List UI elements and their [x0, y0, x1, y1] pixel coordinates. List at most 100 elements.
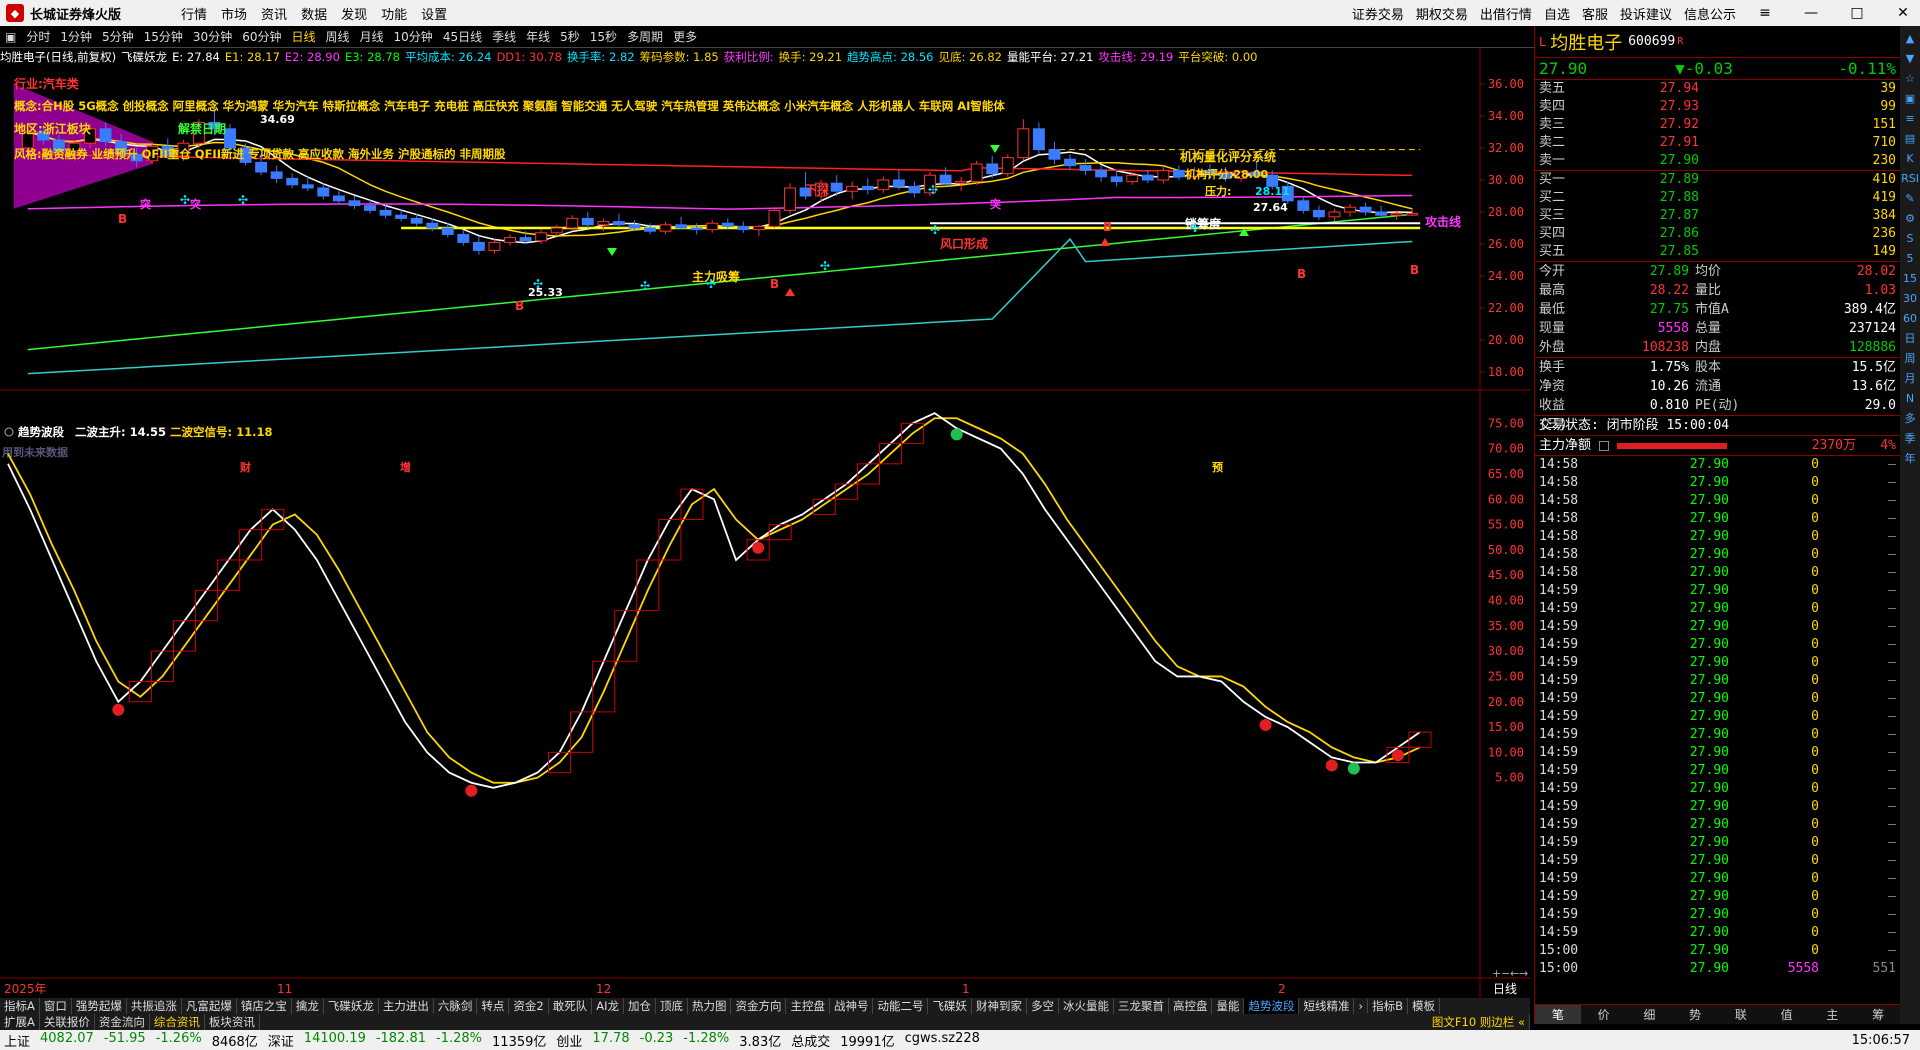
indicator-tab-15[interactable]: 顶底: [656, 998, 688, 1014]
bid-row-1[interactable]: 买二 27.88 419: [1535, 189, 1900, 207]
indicator-tab-7[interactable]: 飞碟妖龙: [324, 998, 379, 1014]
menu-0[interactable]: 行情: [181, 8, 207, 23]
top-link-4[interactable]: 客服: [1582, 4, 1608, 23]
bid-row-0[interactable]: 买一 27.89 410: [1535, 171, 1900, 189]
side-tool-0[interactable]: ▲: [1906, 32, 1914, 46]
menu-1[interactable]: 市场: [221, 8, 247, 23]
indicator-tab-19[interactable]: 战神号: [830, 998, 874, 1014]
indicator-tab-9[interactable]: 六脉剑: [434, 998, 478, 1014]
side-tool-6[interactable]: K: [1906, 152, 1913, 166]
indicator-tab-2[interactable]: 强势起爆: [72, 998, 127, 1014]
top-link-2[interactable]: 出借行情: [1480, 4, 1532, 23]
ask-row-1[interactable]: 卖四 27.93 99: [1535, 98, 1900, 116]
indicator-tab-29[interactable]: 短线精准: [1299, 998, 1355, 1014]
info-tab-2[interactable]: 资金流向: [95, 1014, 150, 1030]
side-tool-17[interactable]: 月: [1905, 372, 1916, 386]
period-tab-7[interactable]: 周线: [321, 28, 355, 45]
period-tab-16[interactable]: 更多: [668, 28, 702, 45]
top-link-0[interactable]: 证券交易: [1352, 4, 1404, 23]
period-tab-13[interactable]: 5秒: [555, 28, 585, 45]
bid-row-3[interactable]: 买四 27.86 236: [1535, 225, 1900, 243]
period-tab-11[interactable]: 季线: [487, 28, 521, 45]
indicator-tab-10[interactable]: 转点: [477, 998, 510, 1014]
indicator-tab-21[interactable]: 飞碟妖: [928, 998, 972, 1014]
period-tab-4[interactable]: 30分钟: [188, 28, 237, 45]
indicator-tab-25[interactable]: 三龙聚首: [1114, 998, 1169, 1014]
side-tool-4[interactable]: ≡: [1905, 112, 1914, 126]
zoom-right-icon[interactable]: →: [1519, 967, 1528, 980]
quote-tab-0[interactable]: 笔: [1535, 1005, 1581, 1024]
zoom-left-icon[interactable]: ←: [1510, 967, 1519, 980]
kline-chart-pane[interactable]: 36.00 34.00 32.00 30.00 28.00 26.00 24.00 22.00…: [0, 48, 1530, 998]
zoom-minus-icon[interactable]: −: [1501, 967, 1510, 980]
quote-tab-4[interactable]: 联: [1718, 1005, 1764, 1024]
period-tab-1[interactable]: 1分钟: [55, 28, 97, 45]
period-tab-5[interactable]: 60分钟: [237, 28, 286, 45]
indicator-tab-32[interactable]: 模板: [1408, 998, 1440, 1014]
indicator-tab-13[interactable]: AI龙: [592, 998, 624, 1014]
indicator-tab-8[interactable]: 主力进出: [379, 998, 434, 1014]
indicator-tab-24[interactable]: 冰火量能: [1059, 998, 1114, 1014]
side-tool-15[interactable]: 日: [1905, 332, 1916, 346]
side-tool-1[interactable]: ▼: [1906, 52, 1914, 66]
quote-tab-6[interactable]: 主: [1810, 1005, 1856, 1024]
f10-sidebar-link[interactable]: 图文F10 则边栏 «: [1428, 1014, 1530, 1030]
indicator-tab-26[interactable]: 高控盘: [1169, 998, 1213, 1014]
menu-6[interactable]: 设置: [421, 8, 447, 23]
maximize-icon[interactable]: □: [1840, 5, 1874, 21]
period-tab-12[interactable]: 年线: [521, 28, 555, 45]
indicator-tab-20[interactable]: 动能二号: [873, 998, 929, 1014]
indicator-tab-16[interactable]: 热力图: [688, 998, 732, 1014]
info-tab-0[interactable]: 扩展A: [0, 1014, 40, 1030]
indicator-tab-31[interactable]: 指标B: [1368, 998, 1408, 1014]
indicator-tab-28[interactable]: 趋势波段: [1244, 998, 1300, 1014]
ask-row-2[interactable]: 卖三 27.92 151: [1535, 116, 1900, 134]
side-tool-18[interactable]: N: [1906, 392, 1914, 406]
top-link-6[interactable]: 信息公示: [1684, 4, 1736, 23]
quote-tab-1[interactable]: 价: [1581, 1005, 1627, 1024]
menu-3[interactable]: 数据: [301, 8, 327, 23]
tick-list[interactable]: 14:58 27.90 0—14:58 27.90 0—14:58 27.90 0—14:5…: [1535, 456, 1900, 978]
indicator-tab-11[interactable]: 资金2: [509, 998, 549, 1014]
info-tab-3[interactable]: 综合资讯: [150, 1014, 205, 1030]
top-link-5[interactable]: 投诉建议: [1620, 4, 1672, 23]
zoom-plus-icon[interactable]: +: [1492, 967, 1501, 980]
main-net-toggle-icon[interactable]: [1599, 440, 1609, 451]
stock-name[interactable]: 均胜电子: [1550, 29, 1622, 55]
side-tool-2[interactable]: ☆: [1905, 72, 1915, 86]
indicator-tab-1[interactable]: 窗口: [40, 998, 72, 1014]
side-tool-5[interactable]: ▤: [1905, 132, 1915, 146]
quote-tab-7[interactable]: 筹: [1855, 1005, 1901, 1024]
side-tool-3[interactable]: ▣: [1905, 92, 1915, 106]
kline-chart-svg[interactable]: 36.00 34.00 32.00 30.00 28.00 26.00 24.00 22.00…: [0, 48, 1530, 998]
indicator-tab-4[interactable]: 凡富起爆: [182, 998, 237, 1014]
quote-tab-5[interactable]: 值: [1764, 1005, 1810, 1024]
side-tool-21[interactable]: 年: [1905, 452, 1916, 466]
indicator-tab-5[interactable]: 镇店之宝: [237, 998, 292, 1014]
close-icon[interactable]: ✕: [1886, 5, 1920, 21]
side-tool-9[interactable]: ⚙: [1905, 212, 1915, 226]
indicator-tab-6[interactable]: 擒龙: [292, 998, 324, 1014]
indicator-tab-22[interactable]: 财神到家: [972, 998, 1027, 1014]
menu-4[interactable]: 发现: [341, 8, 367, 23]
period-tab-15[interactable]: 多周期: [622, 28, 668, 45]
menu-icon[interactable]: ≡: [1748, 5, 1782, 21]
indicator-tab-17[interactable]: 资金方向: [731, 998, 787, 1014]
side-tool-20[interactable]: 季: [1905, 432, 1916, 446]
side-tool-16[interactable]: 周: [1905, 352, 1916, 366]
quote-tab-3[interactable]: 势: [1672, 1005, 1718, 1024]
period-tab-6[interactable]: 日线: [286, 28, 320, 45]
menu-2[interactable]: 资讯: [261, 8, 287, 23]
side-tool-10[interactable]: S: [1907, 232, 1914, 246]
indicator-tab-3[interactable]: 共振追涨: [127, 998, 182, 1014]
indicator-tab-12[interactable]: 敢死队: [549, 998, 593, 1014]
ask-row-3[interactable]: 卖二 27.91 710: [1535, 134, 1900, 152]
indicator-tab-23[interactable]: 多空: [1027, 998, 1059, 1014]
side-tool-14[interactable]: 60: [1903, 312, 1917, 326]
side-tool-13[interactable]: 30: [1903, 292, 1917, 306]
period-tab-0[interactable]: 分时: [21, 28, 55, 45]
info-tab-1[interactable]: 关联报价: [40, 1014, 95, 1030]
indicator-tab-27[interactable]: 量能: [1212, 998, 1245, 1014]
side-tool-11[interactable]: 5: [1907, 252, 1914, 266]
indicator-tab-18[interactable]: 主控盘: [786, 998, 830, 1014]
